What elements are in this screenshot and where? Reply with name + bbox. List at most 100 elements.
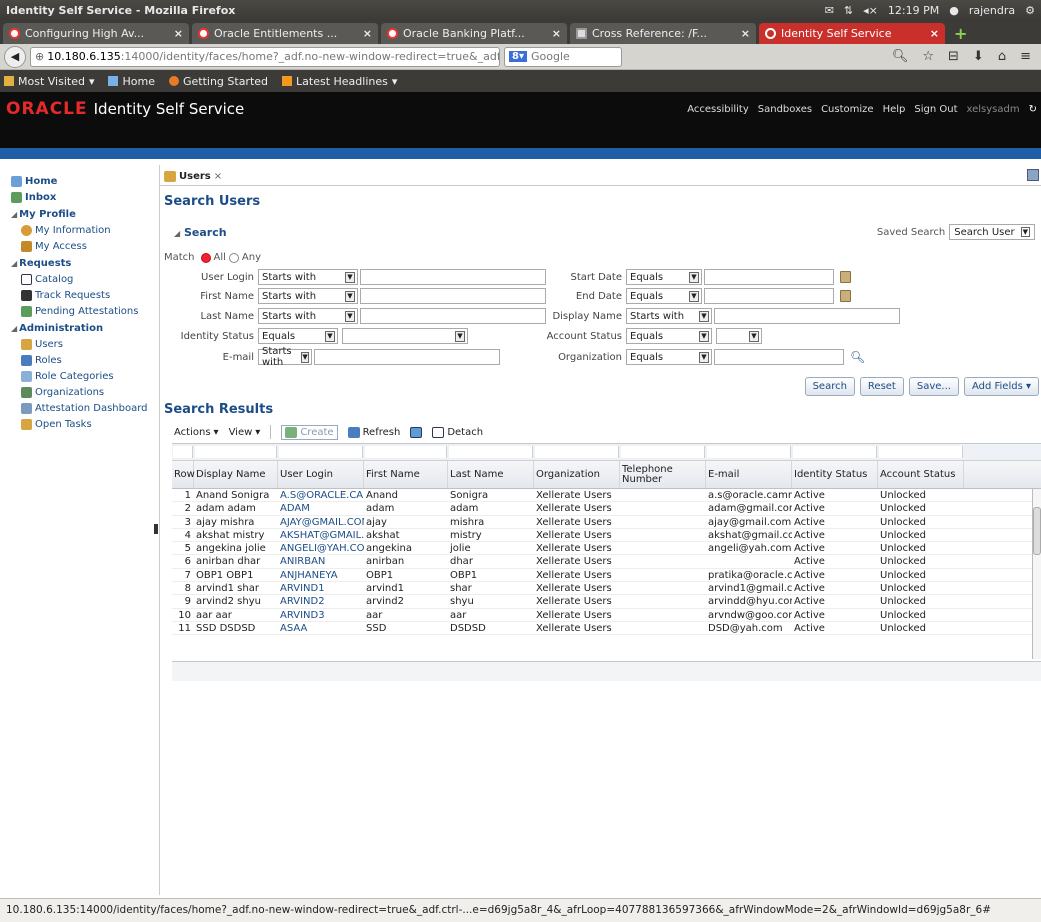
sidebar-section-my-profile[interactable]: ◢ My Profile [11, 207, 160, 222]
operator-select[interactable]: Starts with ▼ [258, 308, 358, 324]
browser-tab[interactable]: Identity Self Service × [759, 23, 945, 44]
sidebar-section-requests[interactable]: ◢ Requests [11, 256, 160, 271]
browser-tab[interactable]: Cross Reference: /F... × [570, 23, 756, 44]
sidebar-item-catalog[interactable]: Catalog [11, 271, 160, 287]
value-input[interactable] [360, 269, 546, 285]
actions-menu[interactable]: Actions ▾ [174, 427, 219, 438]
operator-select[interactable]: Starts with ▼ [626, 308, 712, 324]
filter-cell[interactable] [793, 446, 877, 458]
filter-cell[interactable] [621, 446, 705, 458]
table-scrollbar[interactable] [1032, 489, 1041, 659]
column-header[interactable]: Last Name [448, 461, 534, 488]
sidebar-section-administration[interactable]: ◢ Administration [11, 321, 160, 336]
operator-select[interactable]: Equals ▼ [626, 288, 702, 304]
close-tab-icon[interactable]: × [552, 27, 561, 40]
operator-select[interactable]: Starts with ▼ [258, 269, 358, 285]
value-input[interactable] [704, 288, 834, 304]
sidebar-item-pending-attestations[interactable]: Pending Attestations [11, 303, 160, 319]
view-menu[interactable]: View ▾ [229, 427, 261, 438]
browser-tab[interactable]: Oracle Banking Platf... × [381, 23, 567, 44]
value-input[interactable] [714, 349, 844, 365]
create-button[interactable]: Create [281, 424, 338, 440]
value-input[interactable] [360, 308, 546, 324]
operator-select[interactable]: Equals ▼ [626, 328, 712, 344]
browser-tab[interactable]: Configuring High Av... × [3, 23, 189, 44]
lookup-search-icon[interactable]: 🔍︎ [850, 350, 865, 364]
user-login-link[interactable]: ADAM [278, 502, 364, 514]
export-button[interactable] [410, 426, 423, 438]
table-row[interactable]: 10 aar aar ARVIND3 aar aar Xellerate Users arv… [172, 609, 1041, 622]
filter-cell[interactable] [279, 446, 363, 458]
operator-select[interactable]: Starts with ▼ [258, 346, 312, 368]
calendar-icon[interactable] [840, 271, 851, 283]
filter-cell[interactable] [707, 446, 791, 458]
browser-tab[interactable]: Oracle Entitlements ... × [192, 23, 378, 44]
accessibility-link[interactable]: Accessibility [687, 104, 749, 115]
saved-search-select[interactable]: Search User ▼ [949, 224, 1035, 240]
bookmark-most-visited[interactable]: Most Visited ▾ [4, 75, 94, 88]
user-login-link[interactable]: A.S@ORACLE.CAM [278, 489, 364, 501]
save-button[interactable]: Save... [908, 377, 959, 396]
new-tab-icon[interactable]: + [948, 23, 973, 44]
table-row[interactable]: 11 SSD DSDSD ASAA SSD DSDSD Xellerate Users DS… [172, 622, 1041, 636]
download-icon[interactable]: ⬇ [973, 49, 984, 64]
operator-select[interactable]: Equals ▼ [258, 328, 338, 344]
clock[interactable]: 12:19 PM [888, 4, 939, 17]
search-button[interactable]: Search [804, 377, 855, 396]
maximize-icon[interactable] [1027, 169, 1039, 181]
filter-cell[interactable] [195, 446, 277, 458]
user-login-link[interactable]: ANIRBAN [278, 555, 364, 567]
site-identity-icon[interactable]: ⊕ [35, 50, 44, 63]
sidebar-item-roles[interactable]: Roles [11, 352, 160, 368]
google-icon[interactable]: 8▾ [509, 51, 527, 62]
filter-cell[interactable] [449, 446, 533, 458]
help-link[interactable]: Help [883, 104, 906, 115]
sidebar-item-my-information[interactable]: My Information [11, 222, 160, 238]
filter-cell[interactable] [365, 446, 447, 458]
match-any-radio[interactable] [228, 252, 239, 263]
value-input[interactable] [714, 308, 900, 324]
sidebar-item-organizations[interactable]: Organizations [11, 384, 160, 400]
menu-icon[interactable]: ≡ [1020, 49, 1031, 64]
user-login-link[interactable]: ARVIND1 [278, 582, 364, 594]
table-row[interactable]: 1 Anand Sonigra A.S@ORACLE.CAM Anand Sonigra… [172, 489, 1041, 503]
value-select[interactable]: ▼ [716, 328, 762, 344]
column-header[interactable]: Account Status [878, 461, 964, 488]
operator-select[interactable]: Starts with ▼ [258, 288, 358, 304]
sidebar-item-my-access[interactable]: My Access [11, 238, 160, 254]
match-all-radio[interactable] [200, 252, 211, 263]
table-row[interactable]: 3 ajay mishra AJAY@GMAIL.COM ajay mishra Xell… [172, 516, 1041, 529]
operator-select[interactable]: Equals ▼ [626, 269, 702, 285]
user-login-link[interactable]: ASAA [278, 622, 364, 634]
sidebar-item-inbox[interactable]: Inbox [11, 189, 160, 205]
volume-icon[interactable]: ◂× [863, 4, 878, 17]
column-header[interactable]: Organization [534, 461, 620, 488]
sidebar-item-role-categories[interactable]: Role Categories [11, 368, 160, 384]
sidebar-item-users[interactable]: Users [11, 336, 160, 352]
tab-users[interactable]: Users × [164, 171, 222, 182]
bookmarks-menu-icon[interactable]: ⊟ [948, 49, 959, 64]
column-header[interactable]: Identity Status [792, 461, 878, 488]
filter-cell[interactable] [535, 446, 619, 458]
sign-out-link[interactable]: Sign Out [914, 104, 957, 115]
value-input[interactable] [704, 269, 834, 285]
table-row[interactable]: 4 akshat mistry AKSHAT@GMAIL.C akshat mistry… [172, 529, 1041, 543]
table-row[interactable]: 6 anirban dhar ANIRBAN anirban dhar Xellerate… [172, 555, 1041, 569]
filter-cell[interactable] [879, 446, 963, 458]
table-row[interactable]: 9 arvind2 shyu ARVIND2 arvind2 shyu Xellerate… [172, 595, 1041, 609]
table-row[interactable]: 8 arvind1 shar ARVIND1 arvind1 shar Xellerate… [172, 582, 1041, 596]
close-tab-icon[interactable]: × [363, 27, 372, 40]
column-header[interactable]: User Login [278, 461, 364, 488]
add-fields-button[interactable]: Add Fields ▾ [963, 377, 1039, 396]
close-tab-icon[interactable]: × [174, 27, 183, 40]
column-header[interactable]: Display Name [194, 461, 278, 488]
bookmark-getting-started[interactable]: Getting Started [168, 75, 268, 88]
refresh-icon[interactable]: ↻ [1029, 104, 1037, 115]
url-bar[interactable]: ⊕ 10.180.6.135 :14000/identity/faces/hom… [30, 46, 500, 67]
sidebar-item-open-tasks[interactable]: Open Tasks [11, 416, 160, 432]
sidebar-item-home[interactable]: Home [11, 173, 160, 189]
user-login-link[interactable]: ANGELI@YAH.COM [278, 542, 364, 554]
user-login-link[interactable]: AJAY@GMAIL.COM [278, 516, 364, 528]
close-tab-icon[interactable]: × [930, 27, 939, 40]
close-tab-icon[interactable]: × [741, 27, 750, 40]
